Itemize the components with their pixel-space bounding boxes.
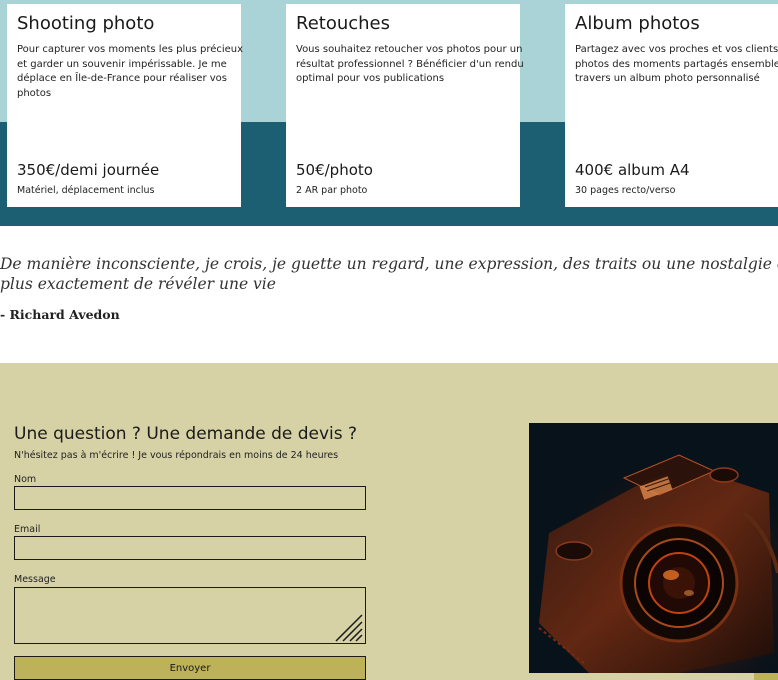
camera-photo xyxy=(529,423,778,673)
service-description-line: résultat professionnel ? Bénéficier d'un… xyxy=(296,58,524,70)
service-description-line: Vous souhaitez retoucher vos photos pour… xyxy=(296,44,523,55)
service-description: Pour capturer vos moments les plus préci… xyxy=(17,43,244,101)
contact-title: Une question ? Une demande de devis ? xyxy=(14,424,358,444)
service-title: Retouches xyxy=(296,13,391,34)
camera-icon xyxy=(529,423,778,673)
service-description-line: optimal pour vos publications xyxy=(296,73,445,84)
service-card-shooting: Shooting photo Pour capturer vos moments… xyxy=(7,4,244,207)
service-card-album: Album photos Partagez avec vos proches e… xyxy=(565,4,778,207)
send-button[interactable]: Envoyer xyxy=(14,656,366,680)
service-description: Vous souhaitez retoucher vos photos pour… xyxy=(296,43,524,87)
service-description-line: Pour capturer vos moments les plus préci… xyxy=(17,44,244,55)
message-label: Message xyxy=(14,574,56,585)
photo-corner-accent xyxy=(754,673,778,680)
contact-subtitle: N'hésitez pas à m'écrire ! Je vous répon… xyxy=(14,450,339,461)
email-label: Email xyxy=(14,524,41,535)
resize-handle-icon[interactable] xyxy=(334,613,364,643)
message-field[interactable] xyxy=(14,587,366,644)
contact-section: Une question ? Une demande de devis ? N'… xyxy=(0,363,778,680)
quote-line: plus exactement de révéler une vie xyxy=(0,275,276,293)
service-description-line: photos xyxy=(17,87,52,99)
quote-author: - Richard Avedon xyxy=(0,307,120,322)
service-note: 30 pages recto/verso xyxy=(575,185,676,196)
service-description-line: photos des moments partagés ensemble à xyxy=(575,58,778,70)
service-card-retouches: Retouches Vous souhaitez retoucher vos p… xyxy=(286,4,524,207)
name-label: Nom xyxy=(14,474,37,485)
quote-line: De manière inconsciente, je crois, je gu… xyxy=(0,255,778,273)
service-description-line: et garder un souvenir impérissable. Je m… xyxy=(17,58,227,70)
service-note: 2 AR par photo xyxy=(296,185,368,196)
service-description-line: travers un album photo personnalisé xyxy=(575,73,760,84)
service-title: Album photos xyxy=(575,13,700,34)
service-description: Partagez avec vos proches et vos clients… xyxy=(575,43,778,87)
service-price: 350€/demi journée xyxy=(17,161,160,179)
service-price: 50€/photo xyxy=(296,161,373,179)
services-section: Shooting photo Pour capturer vos moments… xyxy=(0,0,778,226)
service-note: Matériel, déplacement inclus xyxy=(17,185,155,196)
service-price: 400€ album A4 xyxy=(575,161,690,179)
email-field[interactable] xyxy=(14,536,366,560)
service-title: Shooting photo xyxy=(17,13,155,34)
photo-bottom-strip xyxy=(529,673,754,680)
quote-text: De manière inconsciente, je crois, je gu… xyxy=(0,254,778,294)
quote-section: De manière inconsciente, je crois, je gu… xyxy=(0,226,778,363)
service-description-line: déplace en Île-de-France pour réaliser v… xyxy=(17,73,227,84)
service-description-line: Partagez avec vos proches et vos clients… xyxy=(575,44,778,55)
name-field[interactable] xyxy=(14,486,366,510)
